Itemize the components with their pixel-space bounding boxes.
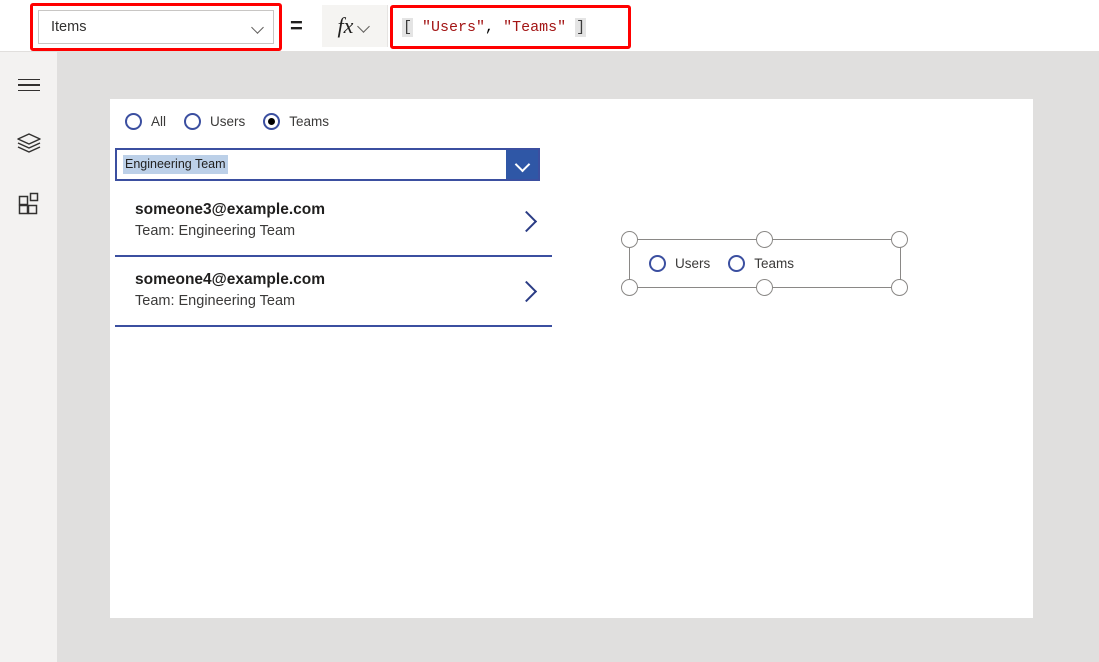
chevron-right-icon [516, 281, 536, 301]
radio-label: All [151, 113, 167, 129]
resize-handle-bottom-right[interactable] [891, 279, 908, 296]
gallery-row[interactable]: someone4@example.com Team: Engineering T… [115, 257, 552, 327]
team-dropdown[interactable]: Engineering Team [115, 148, 540, 181]
results-gallery: someone3@example.com Team: Engineering T… [115, 187, 552, 327]
gallery-row-subtitle: Team: Engineering Team [135, 222, 296, 239]
gallery-row-title: someone3@example.com [135, 201, 325, 219]
gallery-row-texts: someone3@example.com Team: Engineering T… [115, 200, 500, 241]
chevron-down-icon [358, 20, 371, 33]
formula-toolbar: Items = fx [ "Users", "Teams" ] [0, 0, 1099, 52]
team-dropdown-value-text: Engineering Team [123, 154, 228, 175]
radio-option-teams[interactable]: Teams [728, 255, 794, 272]
left-sidebar-rail [0, 52, 57, 662]
radio-circle-icon [125, 113, 142, 130]
formula-input[interactable]: [ "Users", "Teams" ] [396, 10, 1096, 44]
fx-button[interactable]: fx [322, 5, 388, 47]
formula-open-bracket: [ [402, 17, 414, 37]
gallery-row-title: someone4@example.com [135, 271, 325, 289]
gallery-row-subtitle: Team: Engineering Team [135, 292, 296, 309]
resize-handle-top-right[interactable] [891, 231, 908, 248]
resize-handle-bottom-left[interactable] [621, 279, 638, 296]
resize-handle-top-center[interactable] [756, 231, 773, 248]
sidebar-item-menu[interactable] [0, 63, 57, 107]
radio-circle-icon [184, 113, 202, 130]
radio-option-users[interactable]: Users [649, 255, 710, 272]
resize-handle-bottom-center[interactable] [756, 279, 773, 296]
insert-components-icon [18, 192, 38, 215]
radio-circle-icon [728, 255, 746, 272]
gallery-row[interactable]: someone3@example.com Team: Engineering T… [115, 187, 552, 257]
radio-option-all[interactable]: All [125, 113, 166, 130]
app-screen: All Users Teams Engineering Team someone… [110, 99, 1033, 618]
radio-circle-icon [649, 255, 666, 272]
radio-group-filter[interactable]: All Users Teams [125, 113, 347, 130]
layers-icon [16, 133, 41, 153]
formula-space1 [413, 19, 422, 36]
radio-option-users[interactable]: Users [184, 113, 245, 130]
fx-icon: fx [337, 13, 354, 38]
radio-label: Teams [289, 113, 330, 129]
gallery-row-next-button[interactable] [500, 281, 552, 301]
hamburger-menu-icon [17, 78, 40, 92]
selected-radio-control[interactable]: Users Teams [621, 231, 908, 296]
radio-label: Users [675, 255, 711, 271]
radio-label: Teams [754, 255, 795, 271]
team-dropdown-toggle-button[interactable] [506, 150, 538, 179]
chevron-right-icon [516, 211, 536, 231]
property-select[interactable]: Items [38, 10, 274, 44]
gallery-row-texts: someone4@example.com Team: Engineering T… [115, 270, 500, 311]
sidebar-item-tree-view[interactable] [0, 121, 57, 165]
radio-option-teams[interactable]: Teams [263, 113, 329, 130]
formula-close-bracket: ] [575, 17, 587, 37]
resize-handle-top-left[interactable] [621, 231, 638, 248]
chevron-down-icon [252, 21, 265, 34]
chevron-down-icon [515, 158, 529, 172]
equals-sign: = [290, 13, 303, 38]
gallery-row-next-button[interactable] [500, 211, 552, 231]
sidebar-item-insert[interactable] [0, 181, 57, 225]
radio-label: Users [210, 113, 246, 129]
formula-space2 [566, 19, 575, 36]
canvas-area: All Users Teams Engineering Team someone… [57, 52, 1099, 662]
radio-circle-selected-icon [263, 113, 281, 130]
formula-string-users: "Users" [422, 18, 486, 36]
formula-comma: , [485, 18, 504, 36]
team-dropdown-value[interactable]: Engineering Team [117, 150, 506, 179]
property-select-label: Items [51, 18, 87, 35]
formula-string-teams: "Teams" [503, 18, 567, 36]
